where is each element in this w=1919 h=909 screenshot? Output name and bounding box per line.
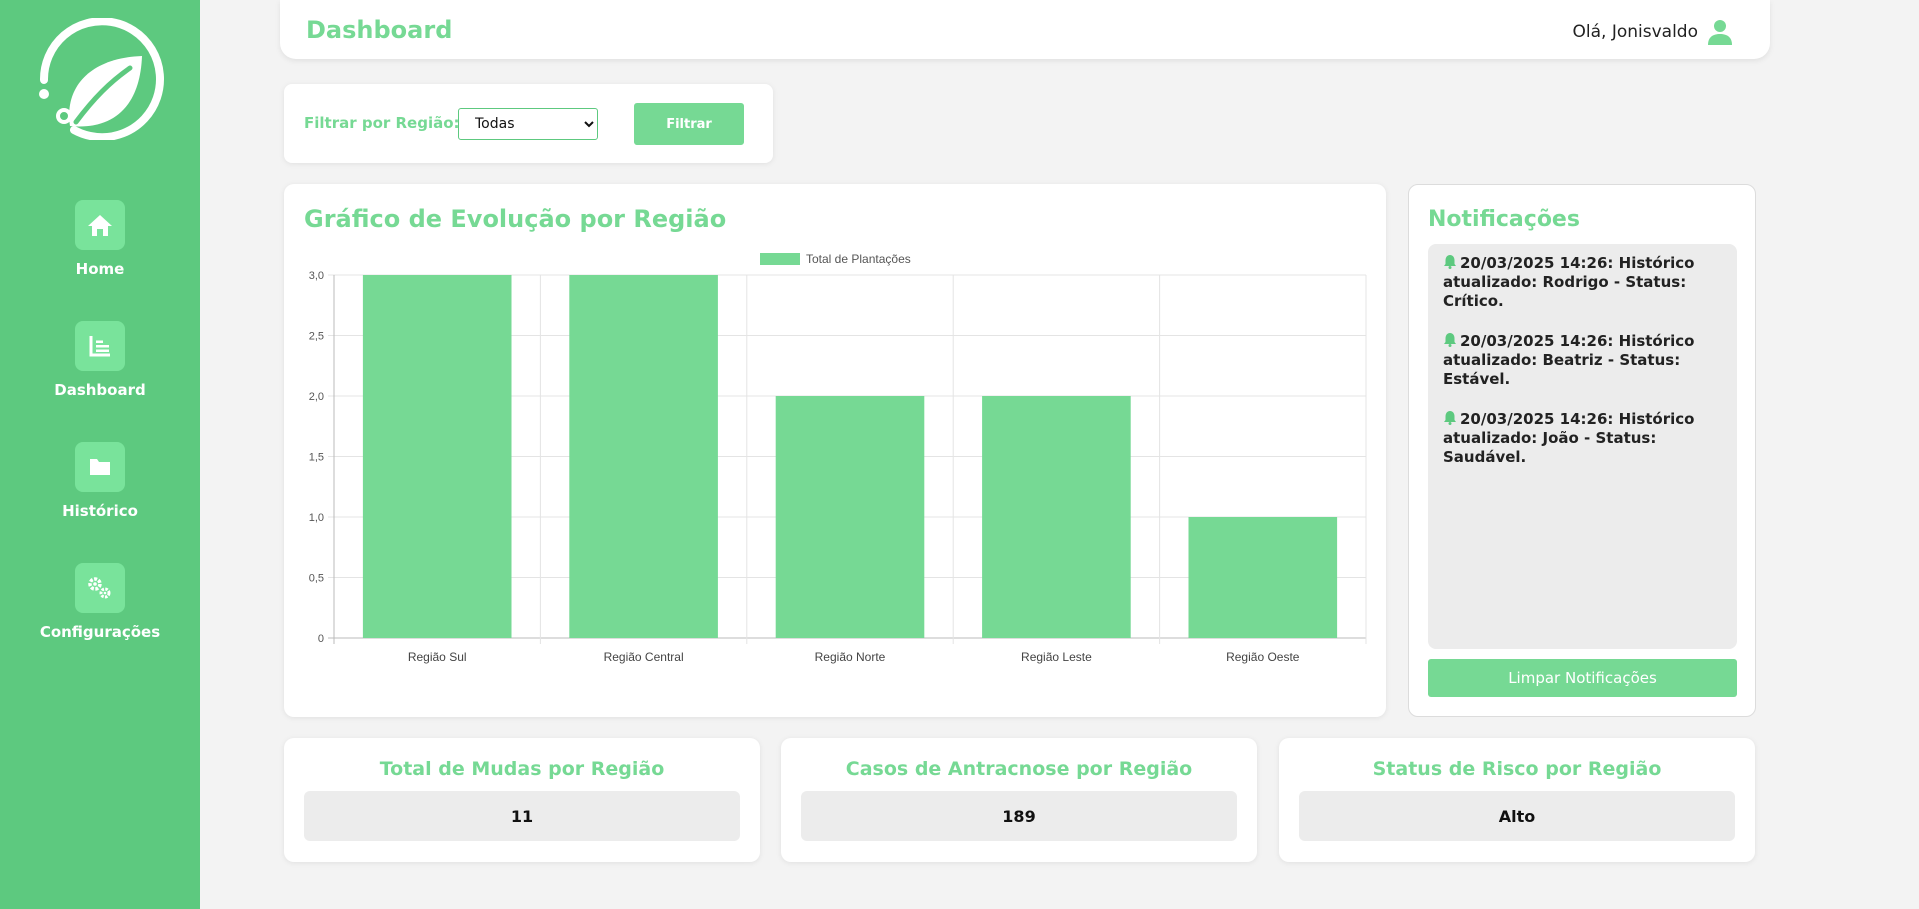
sidebar-item-configuracoes[interactable]: Configurações: [0, 563, 200, 641]
bell-icon: [1444, 333, 1456, 347]
leaf-logo-icon: [39, 18, 164, 140]
home-icon: [75, 200, 125, 250]
stat-card-mudas: Total de Mudas por Região 11: [284, 738, 760, 862]
chart-icon: [75, 321, 125, 371]
x-tick-label: Região Central: [604, 650, 684, 664]
y-tick-label: 2,0: [309, 391, 324, 403]
bar: [982, 396, 1131, 638]
x-tick-label: Região Norte: [815, 650, 886, 664]
notification-text: 20/03/2025 14:26: Histórico atualizado: …: [1443, 410, 1695, 466]
bell-icon: [1444, 255, 1456, 269]
bar-chart: 0 0,5 1,0 1,5 2,0 2,5 3,0 Região Sul Região Cent…: [309, 252, 1367, 664]
page-title: Dashboard: [306, 16, 453, 44]
sidebar-item-label: Configurações: [39, 623, 161, 641]
stat-title: Status de Risco por Região: [1372, 758, 1662, 780]
filter-label: Filtrar por Região:: [304, 114, 460, 132]
stat-value: 189: [801, 791, 1237, 841]
filter-button[interactable]: Filtrar: [634, 103, 744, 145]
clear-notifications-button[interactable]: Limpar Notificações: [1428, 659, 1737, 697]
y-tick-label: 1,0: [309, 512, 324, 524]
filter-card: Filtrar por Região: Todas Filtrar: [284, 84, 773, 163]
stat-value: 11: [304, 791, 740, 841]
top-bar: Dashboard Olá, Jonisvaldo: [280, 0, 1770, 59]
region-select[interactable]: Todas: [458, 108, 598, 140]
x-tick-label: Região Leste: [1021, 650, 1092, 664]
bar: [1188, 517, 1338, 638]
folder-icon: [75, 442, 125, 492]
notification-text: 20/03/2025 14:26: Histórico atualizado: …: [1443, 332, 1695, 388]
sidebar-item-home[interactable]: Home: [0, 200, 200, 278]
sidebar-item-dashboard[interactable]: Dashboard: [0, 321, 200, 399]
x-tick-label: Região Oeste: [1226, 650, 1300, 664]
notifications-list: 20/03/2025 14:26: Histórico atualizado: …: [1428, 244, 1737, 649]
legend-label: Total de Plantações: [806, 252, 911, 266]
sidebar: Home Dashboard Histórico Configurações: [0, 0, 200, 909]
stat-value: Alto: [1299, 791, 1735, 841]
notifications-title: Notificações: [1428, 207, 1580, 232]
bell-icon: [1444, 411, 1456, 425]
sidebar-item-label: Home: [75, 260, 125, 278]
y-tick-label: 2,5: [309, 331, 324, 343]
notification-text: 20/03/2025 14:26: Histórico atualizado: …: [1443, 254, 1695, 310]
notifications-card: Notificações 20/03/2025 14:26: Histórico…: [1408, 184, 1756, 717]
x-tick-label: Região Sul: [408, 650, 467, 664]
notification-item: 20/03/2025 14:26: Histórico atualizado: …: [1443, 332, 1722, 389]
bar: [569, 275, 718, 638]
bar: [775, 396, 925, 638]
y-tick-label: 1,5: [309, 452, 324, 464]
chart-card: Gráfico de Evolução por Região 0 0,5 1,0 1,…: [284, 184, 1386, 717]
sidebar-item-label: Histórico: [62, 502, 138, 520]
bar: [362, 275, 512, 638]
notification-item: 20/03/2025 14:26: Histórico atualizado: …: [1443, 410, 1722, 467]
user-icon[interactable]: [1706, 18, 1734, 46]
stat-title: Casos de Antracnose por Região: [845, 758, 1193, 780]
y-tick-label: 0,5: [309, 573, 324, 585]
y-tick-label: 3,0: [309, 270, 324, 282]
legend-swatch: [760, 253, 800, 265]
stat-title: Total de Mudas por Região: [379, 758, 665, 780]
notification-item: 20/03/2025 14:26: Histórico atualizado: …: [1443, 254, 1722, 311]
gears-icon: [75, 563, 125, 613]
user-greeting: Olá, Jonisvaldo: [1572, 22, 1699, 42]
sidebar-item-historico[interactable]: Histórico: [0, 442, 200, 520]
sidebar-item-label: Dashboard: [54, 381, 146, 399]
stat-card-antracnose: Casos de Antracnose por Região 189: [781, 738, 1257, 862]
y-tick-label: 0: [318, 633, 324, 645]
stat-card-risco: Status de Risco por Região Alto: [1279, 738, 1755, 862]
